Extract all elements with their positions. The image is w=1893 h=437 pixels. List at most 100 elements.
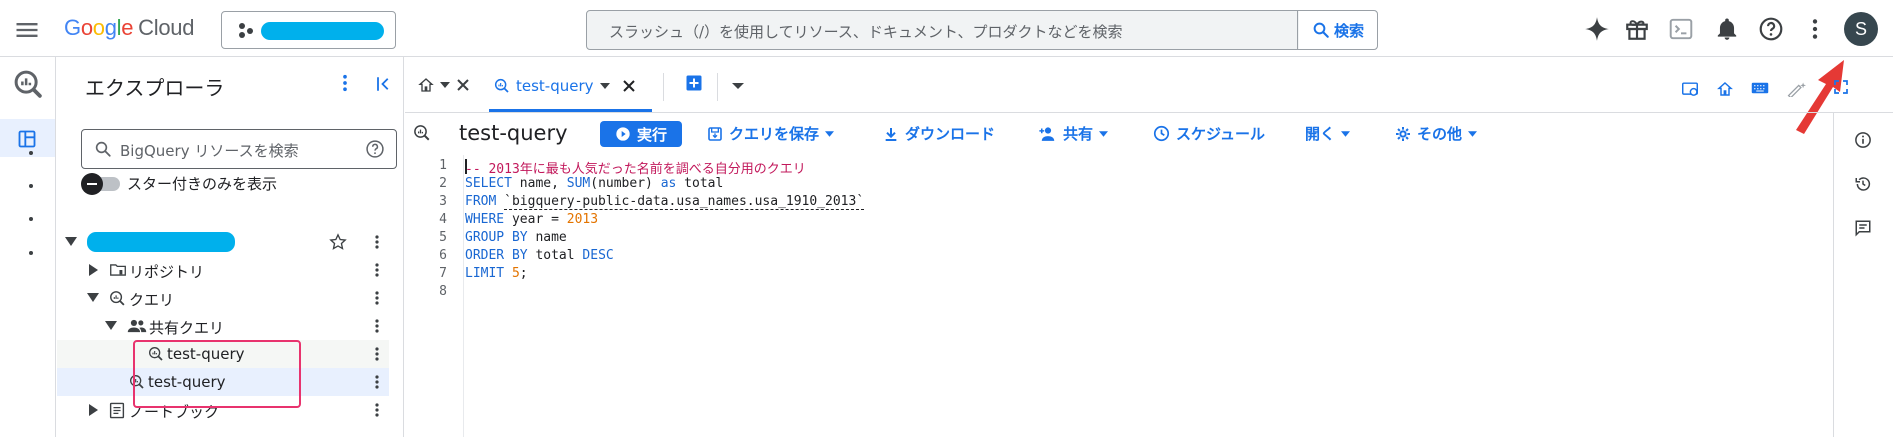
people-icon <box>127 319 147 333</box>
save-icon <box>708 126 722 141</box>
rail-item-dot[interactable] <box>29 151 33 155</box>
help-icon[interactable] <box>1758 16 1784 42</box>
caret-down-icon[interactable] <box>105 321 117 331</box>
search-button[interactable]: 検索 <box>1299 11 1377 49</box>
more-button[interactable]: その他 <box>1395 123 1478 144</box>
comments-icon[interactable] <box>1854 219 1872 237</box>
open-button[interactable]: 開く <box>1305 123 1351 144</box>
close-icon[interactable] <box>622 79 636 93</box>
line-number-gutter: 1 2 3 4 5 6 7 8 <box>405 155 464 437</box>
top-bar: Google Cloud スラッシュ（/）を使用してリソース、ドキュメント、プロダ… <box>0 0 1893 57</box>
bigquery-product-icon[interactable] <box>13 69 43 99</box>
search-help-icon[interactable] <box>365 139 385 159</box>
toggle-switch[interactable] <box>81 172 121 195</box>
starred-only-label: スター付きのみを表示 <box>127 175 278 193</box>
query-icon <box>414 125 430 141</box>
starred-only-toggle[interactable]: スター付きのみを表示 <box>81 172 278 195</box>
row-more-icon[interactable] <box>369 290 385 306</box>
history-icon[interactable] <box>1854 175 1872 193</box>
save-query-button[interactable]: クエリを保存 <box>707 123 835 144</box>
sql-editor[interactable]: 1 2 3 4 5 6 7 8 -- 2013年に最も人気だった名前を調べる自分… <box>405 155 1833 437</box>
rail-item-dot[interactable] <box>29 251 33 255</box>
explorer-more-icon[interactable] <box>335 73 355 93</box>
row-more-icon[interactable] <box>369 346 385 362</box>
add-person-icon <box>1039 126 1055 141</box>
query-icon <box>110 291 125 306</box>
chevron-down-icon <box>1099 130 1109 137</box>
query-icon <box>494 78 509 93</box>
keyboard-icon[interactable] <box>1751 81 1769 95</box>
row-more-icon[interactable] <box>369 234 385 250</box>
info-icon[interactable] <box>1854 131 1872 149</box>
download-icon <box>885 127 897 141</box>
explorer-panel-icon <box>18 130 36 148</box>
tree-row-queries[interactable]: クエリ <box>57 284 389 312</box>
editor-tab-bar: test-query <box>405 57 1893 113</box>
account-avatar[interactable]: S <box>1844 12 1878 46</box>
repository-icon <box>110 264 126 276</box>
tree-row-shared-queries[interactable]: 共有クエリ <box>57 312 389 340</box>
home-shortcut-icon[interactable] <box>1717 81 1733 97</box>
play-icon <box>616 127 630 141</box>
query-toolbar: test-query 実行 クエリを保存 ダウンロード 共有 スケジュール 開く… <box>405 113 1833 155</box>
row-more-icon[interactable] <box>369 374 385 390</box>
tab-test-query[interactable]: test-query <box>494 77 636 95</box>
tab-list-dropdown[interactable] <box>732 82 744 90</box>
code-line[interactable]: ORDER BY total DESC <box>465 248 614 263</box>
project-picker[interactable] <box>221 11 396 49</box>
fullscreen-icon[interactable] <box>1833 79 1849 95</box>
tab-home[interactable] <box>418 77 470 93</box>
row-more-icon[interactable] <box>369 318 385 334</box>
tree-row-repository[interactable]: リポジトリ <box>57 256 389 284</box>
redacted-project-name <box>261 22 384 40</box>
new-tab-button[interactable] <box>685 74 703 92</box>
google-cloud-logo[interactable]: Google Cloud <box>64 15 194 41</box>
redacted-project-name <box>87 232 235 252</box>
more-options-icon[interactable] <box>1802 16 1828 42</box>
query-settings-icon[interactable] <box>1681 81 1699 97</box>
star-icon[interactable] <box>329 233 347 251</box>
code-line[interactable]: FROM `bigquery-public-data.usa_names.usa… <box>465 194 865 210</box>
notifications-icon[interactable] <box>1714 16 1740 42</box>
gemini-sparkle-icon[interactable] <box>1584 16 1610 42</box>
row-more-icon[interactable] <box>369 402 385 418</box>
cloud-shell-icon[interactable] <box>1668 16 1694 42</box>
gemini-pen-icon[interactable] <box>1787 81 1809 97</box>
download-button[interactable]: ダウンロード <box>883 123 995 144</box>
code-line[interactable]: WHERE year = 2013 <box>465 212 598 227</box>
code-line[interactable]: LIMIT 5; <box>465 266 528 281</box>
gear-icon <box>1396 126 1410 141</box>
query-title[interactable]: test-query <box>459 121 568 145</box>
schedule-button[interactable]: スケジュール <box>1153 123 1265 144</box>
close-icon[interactable] <box>456 78 470 92</box>
caret-right-icon[interactable] <box>89 264 99 276</box>
caret-down-icon[interactable] <box>65 237 77 247</box>
explorer-title: エクスプローラ <box>85 76 225 100</box>
rail-item-dot[interactable] <box>29 184 33 188</box>
annotation-highlight-box <box>133 340 301 408</box>
code-line[interactable]: SELECT name, SUM(number) as total <box>465 176 723 191</box>
chevron-down-icon <box>1341 130 1351 137</box>
tree-row-project[interactable] <box>57 228 389 256</box>
global-search-input[interactable]: スラッシュ（/）を使用してリソース、ドキュメント、プロダクトなどを検索 <box>609 21 1123 42</box>
caret-right-icon[interactable] <box>89 404 99 416</box>
code-line[interactable]: GROUP BY name <box>465 230 567 245</box>
chevron-down-icon[interactable] <box>440 81 450 89</box>
chevron-down-icon <box>732 83 744 89</box>
explorer-search-input[interactable]: BigQuery リソースを検索 <box>120 140 299 161</box>
run-button[interactable]: 実行 <box>600 121 682 147</box>
rail-item-dot[interactable] <box>29 217 33 221</box>
collapse-panel-icon[interactable] <box>375 75 393 93</box>
search-divider <box>1297 11 1298 49</box>
explorer-search-box[interactable]: BigQuery リソースを検索 <box>81 129 397 169</box>
caret-down-icon[interactable] <box>87 293 99 303</box>
home-icon <box>418 78 434 92</box>
global-search[interactable]: スラッシュ（/）を使用してリソース、ドキュメント、プロダクトなどを検索 検索 <box>586 10 1378 50</box>
chevron-down-icon[interactable] <box>599 82 610 90</box>
row-more-icon[interactable] <box>369 262 385 278</box>
rail-explorer-button[interactable] <box>0 119 55 157</box>
gift-icon[interactable] <box>1624 16 1650 42</box>
code-line[interactable]: -- 2013年に最も人気だった名前を調べる自分用のクエリ <box>465 158 806 177</box>
share-button[interactable]: 共有 <box>1039 123 1109 144</box>
main-menu-icon[interactable] <box>13 16 41 44</box>
